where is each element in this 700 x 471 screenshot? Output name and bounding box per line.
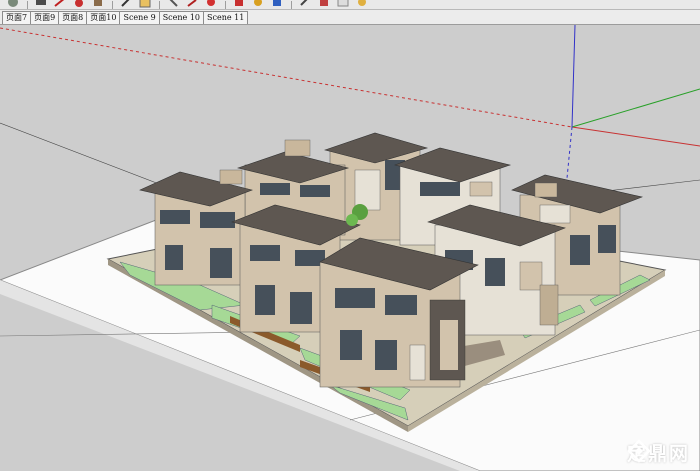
layer-icon[interactable]: [252, 0, 264, 9]
orbit-icon[interactable]: [139, 0, 151, 9]
scene-tab[interactable]: 页面10: [86, 11, 121, 24]
main-toolbar: [0, 0, 700, 10]
zoom-icon[interactable]: [186, 0, 198, 9]
select-icon[interactable]: [73, 0, 85, 9]
scene-tab-bar: 页面7 页面9 页面8 页面10 Scene 9 Scene 10 Scene …: [0, 10, 700, 25]
scene-tab[interactable]: Scene 11: [203, 11, 249, 24]
model-canvas: [0, 25, 700, 471]
circle-tool-icon[interactable]: [7, 0, 19, 9]
scene-tab[interactable]: Scene 10: [158, 11, 204, 24]
watermark: 定鼎网: [627, 439, 690, 465]
villa-left-front: [139, 169, 253, 286]
scene-tab[interactable]: 页面9: [30, 11, 60, 24]
toolbar-divider: [291, 0, 292, 9]
scene-tab[interactable]: Scene 9: [119, 11, 160, 24]
cube-icon[interactable]: [271, 0, 283, 9]
scene-tab[interactable]: 页面8: [58, 11, 88, 24]
watermark-logo-icon: [627, 439, 651, 463]
toolbar-divider: [159, 0, 160, 9]
toolbar-divider: [225, 0, 226, 9]
toolbar-divider: [112, 0, 113, 9]
paint-bucket-icon[interactable]: [92, 0, 104, 9]
push-pull-icon[interactable]: [120, 0, 132, 9]
walk-icon[interactable]: [205, 0, 217, 9]
model-viewport[interactable]: 定鼎网: [0, 25, 700, 471]
paint-icon[interactable]: [299, 0, 311, 9]
component-icon[interactable]: [337, 0, 349, 9]
house-icon[interactable]: [318, 0, 330, 9]
pencil-icon[interactable]: [35, 0, 47, 9]
villa-front-center: [319, 237, 479, 388]
toolbar-divider: [27, 0, 28, 9]
material-icon[interactable]: [356, 0, 368, 9]
pan-icon[interactable]: [167, 0, 179, 9]
scene-tab[interactable]: 页面7: [2, 11, 32, 24]
section-icon[interactable]: [233, 0, 245, 9]
arrow-icon[interactable]: [54, 0, 66, 9]
